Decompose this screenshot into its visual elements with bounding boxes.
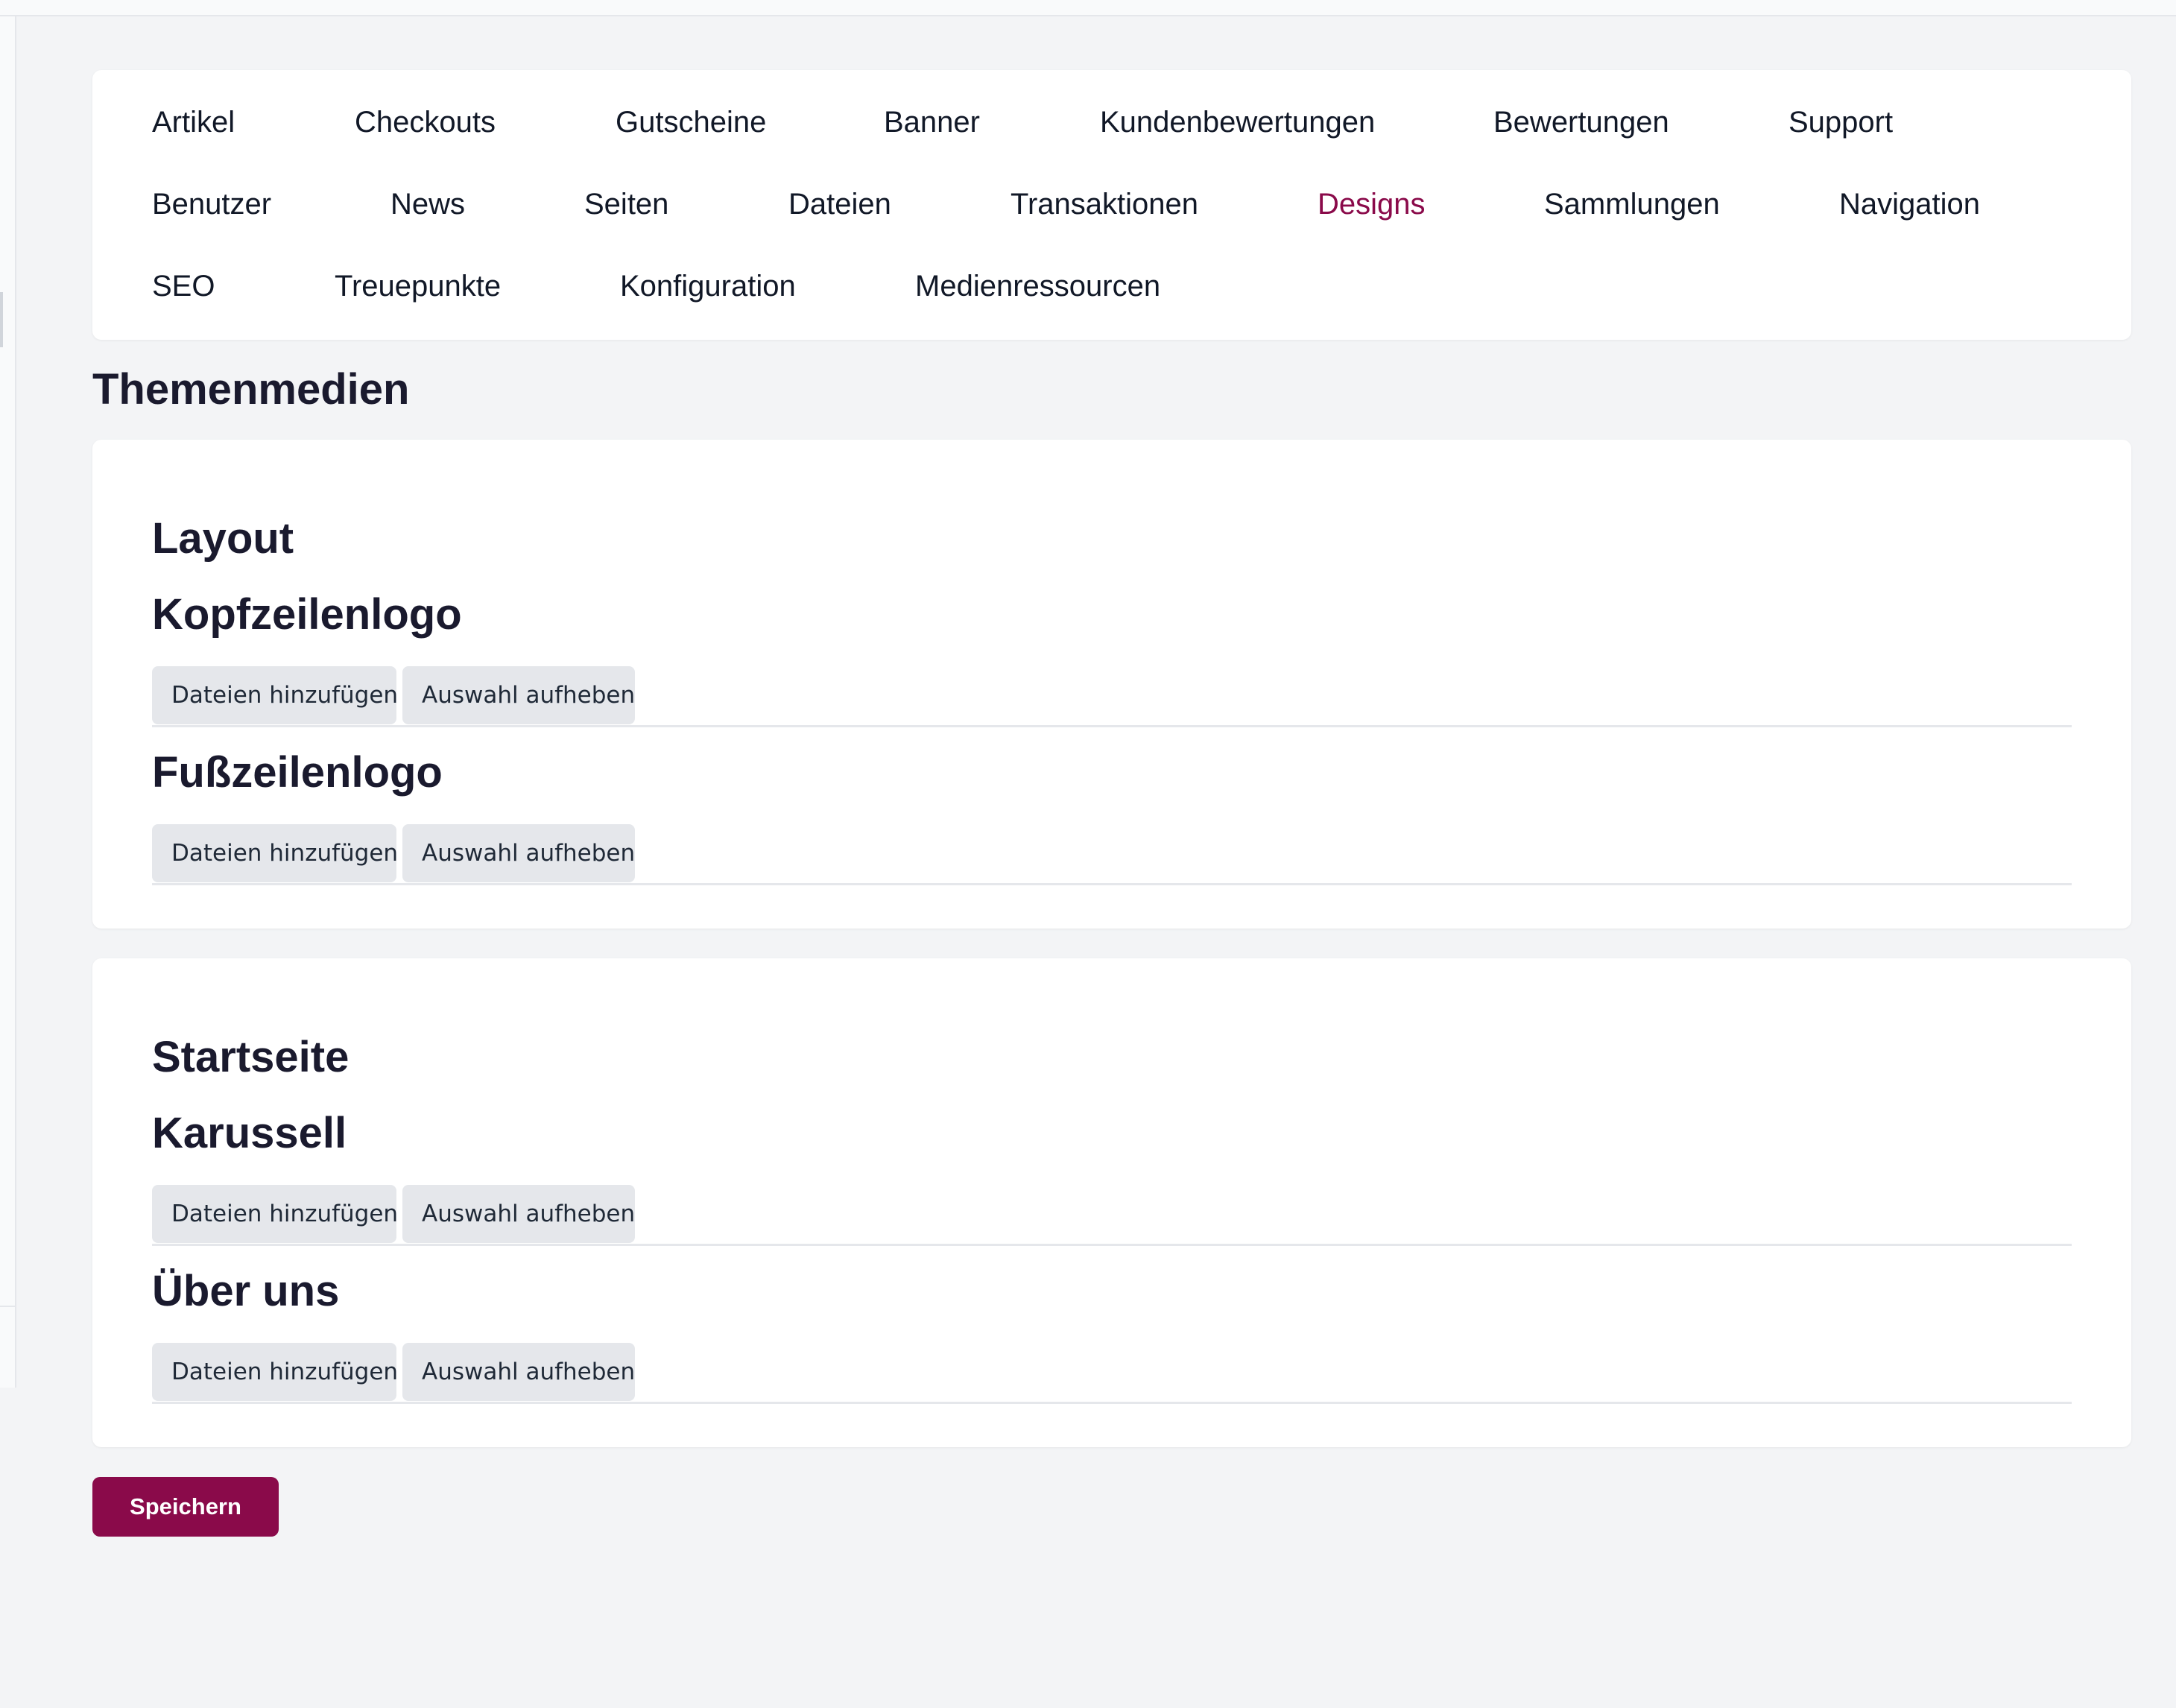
about-us-clear-selection-button[interactable]: Auswahl aufheben bbox=[402, 1343, 635, 1401]
nav-item-support[interactable]: Support bbox=[1788, 104, 1893, 140]
nav-item-kundenbewertungen[interactable]: Kundenbewertungen bbox=[1100, 104, 1375, 140]
homepage-section: Startseite Karussell Dateien hinzufügen … bbox=[92, 958, 2131, 1447]
nav-item-navigation[interactable]: Navigation bbox=[1839, 186, 1980, 222]
nav-item-gutscheine[interactable]: Gutscheine bbox=[616, 104, 766, 140]
page-title: Themenmedien bbox=[92, 365, 410, 414]
nav-item-dateien[interactable]: Dateien bbox=[788, 186, 891, 222]
carousel-clear-selection-button[interactable]: Auswahl aufheben bbox=[402, 1185, 635, 1243]
nav-item-checkouts[interactable]: Checkouts bbox=[355, 104, 496, 140]
nav-item-transaktionen[interactable]: Transaktionen bbox=[1010, 186, 1198, 222]
top-bar bbox=[0, 0, 2176, 16]
nav-item-designs[interactable]: Designs bbox=[1318, 186, 1426, 222]
nav-item-treuepunkte[interactable]: Treuepunkte bbox=[335, 268, 501, 304]
footer-logo-add-files-button[interactable]: Dateien hinzufügen bbox=[152, 824, 398, 882]
sidebar-scroll-marker bbox=[0, 292, 3, 347]
field-label-footer-logo: Fußzeilenlogo bbox=[152, 748, 443, 797]
carousel-add-files-button[interactable]: Dateien hinzufügen bbox=[152, 1185, 398, 1243]
carousel-controls: Dateien hinzufügen Auswahl aufheben bbox=[152, 1185, 2072, 1246]
section-title-startseite: Startseite bbox=[152, 1033, 350, 1081]
nav-item-medienressourcen[interactable]: Medienressourcen bbox=[915, 268, 1160, 304]
footer-logo-clear-selection-button[interactable]: Auswahl aufheben bbox=[402, 824, 635, 882]
about-us-controls: Dateien hinzufügen Auswahl aufheben bbox=[152, 1343, 2072, 1404]
nav-item-bewertungen[interactable]: Bewertungen bbox=[1493, 104, 1669, 140]
nav-item-konfiguration[interactable]: Konfiguration bbox=[620, 268, 796, 304]
field-label-about-us: Über uns bbox=[152, 1267, 340, 1315]
section-title-layout: Layout bbox=[152, 514, 294, 563]
nav-item-benutzer[interactable]: Benutzer bbox=[152, 186, 271, 222]
nav-item-news[interactable]: News bbox=[390, 186, 465, 222]
nav-item-artikel[interactable]: Artikel bbox=[152, 104, 235, 140]
sidebar-divider bbox=[0, 1306, 16, 1307]
nav-item-seo[interactable]: SEO bbox=[152, 268, 215, 304]
save-button[interactable]: Speichern bbox=[92, 1477, 279, 1537]
sidebar-rail bbox=[0, 16, 16, 1388]
nav-item-sammlungen[interactable]: Sammlungen bbox=[1544, 186, 1720, 222]
footer-logo-controls: Dateien hinzufügen Auswahl aufheben bbox=[152, 824, 2072, 885]
header-logo-add-files-button[interactable]: Dateien hinzufügen bbox=[152, 666, 398, 724]
layout-section: Layout Kopfzeilenlogo Dateien hinzufügen… bbox=[92, 440, 2131, 929]
nav-item-banner[interactable]: Banner bbox=[884, 104, 980, 140]
header-logo-controls: Dateien hinzufügen Auswahl aufheben bbox=[152, 666, 2072, 727]
about-us-add-files-button[interactable]: Dateien hinzufügen bbox=[152, 1343, 398, 1401]
field-label-carousel: Karussell bbox=[152, 1109, 347, 1157]
header-logo-clear-selection-button[interactable]: Auswahl aufheben bbox=[402, 666, 635, 724]
field-label-header-logo: Kopfzeilenlogo bbox=[152, 590, 462, 639]
section-navigation: Artikel Checkouts Gutscheine Banner Kund… bbox=[92, 70, 2131, 340]
nav-item-seiten[interactable]: Seiten bbox=[584, 186, 668, 222]
